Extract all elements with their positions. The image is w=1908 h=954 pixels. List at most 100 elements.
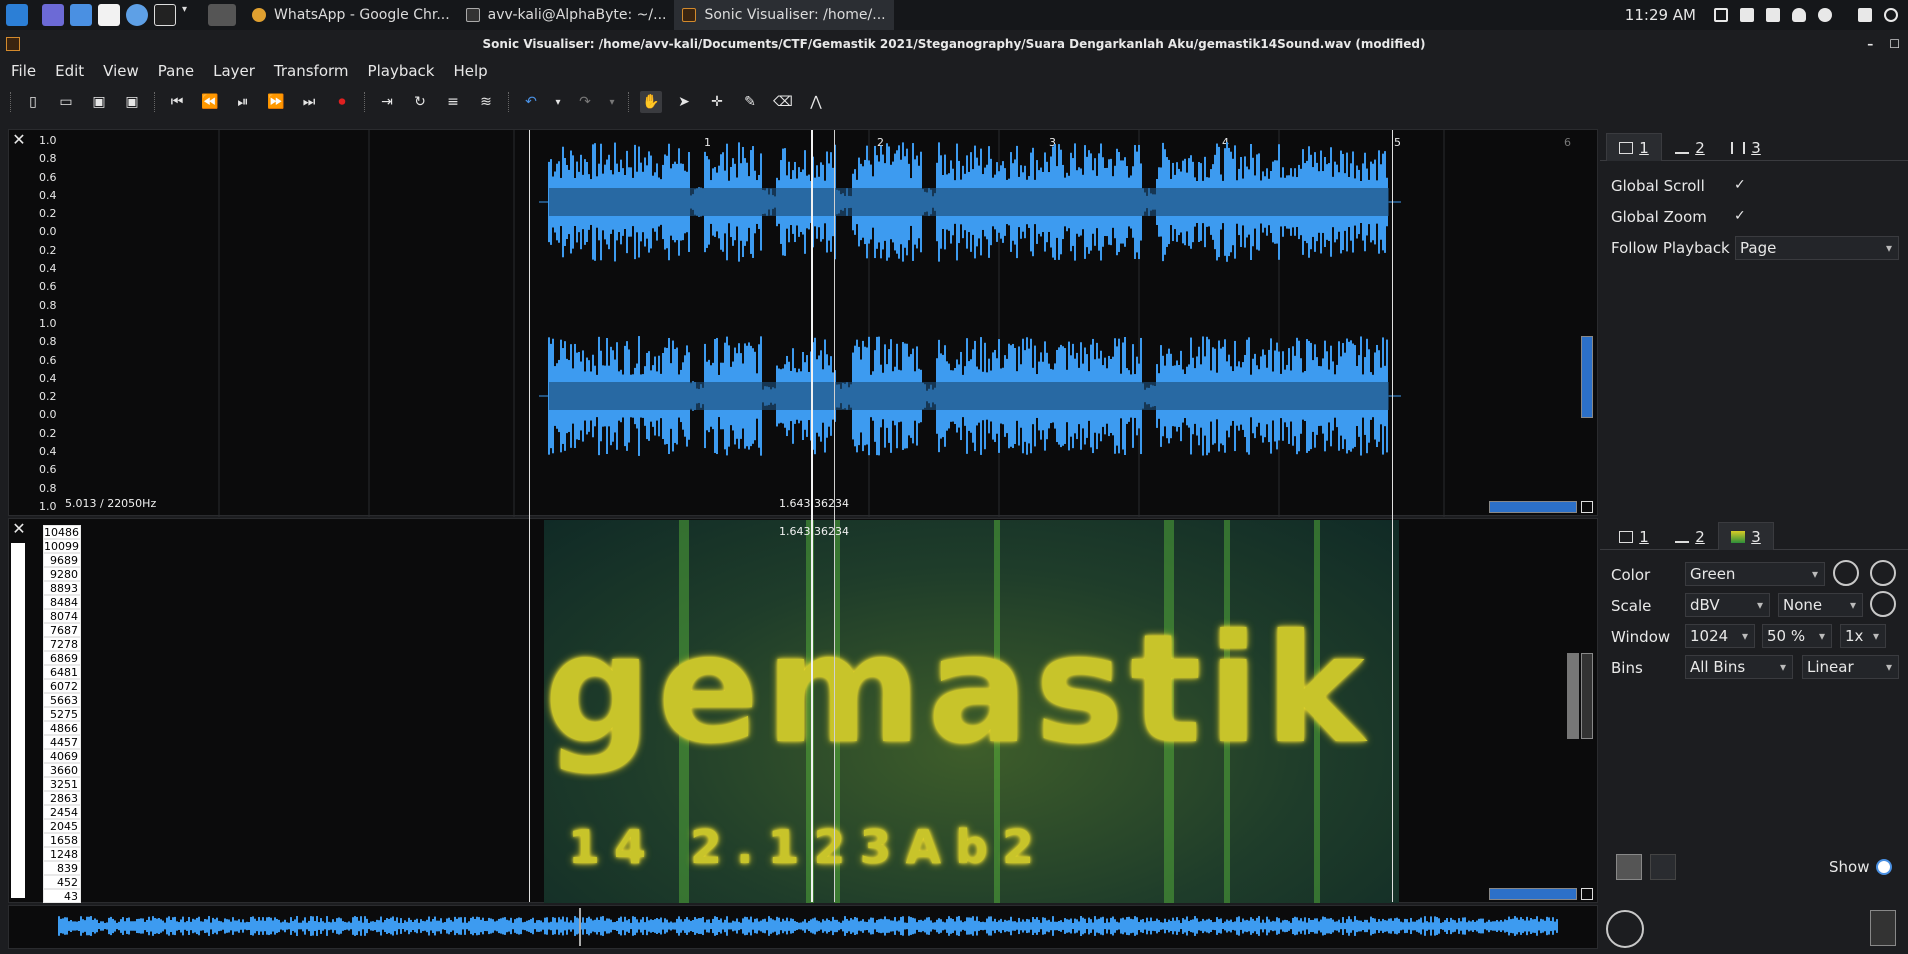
frequency-tick-label: 8893: [43, 581, 81, 595]
overview-pane[interactable]: [8, 905, 1598, 949]
menu-pane[interactable]: Pane: [147, 62, 202, 80]
save-icon[interactable]: ▣: [88, 91, 110, 113]
frequency-tick-label: 8074: [43, 609, 81, 623]
playback-speed-knob[interactable]: [1606, 910, 1644, 948]
rewind-icon[interactable]: ⏪: [199, 91, 221, 113]
menu-view[interactable]: View: [92, 62, 147, 80]
power-manager-icon[interactable]: [1740, 8, 1754, 22]
spectrogram-pane[interactable]: ✕ 10486 10099 9689 9280 8893 8484 8074 7687 7278…: [8, 518, 1598, 903]
hidden-message-text: gemastik: [544, 603, 1371, 777]
redo-menu-icon[interactable]: ▾: [607, 91, 617, 113]
measure-icon[interactable]: ⋀: [805, 91, 827, 113]
erase-icon[interactable]: ⌫: [772, 91, 794, 113]
move-icon[interactable]: ✛: [706, 91, 728, 113]
task-sonic-visualiser[interactable]: Sonic Visualiser: /home/...: [674, 0, 894, 30]
layer-color-button[interactable]: [1616, 854, 1642, 880]
menu-transform[interactable]: Transform: [263, 62, 357, 80]
kali-menu-icon[interactable]: [6, 4, 28, 26]
rewind-start-icon[interactable]: ⏮: [166, 91, 188, 113]
window-overlap-select[interactable]: 50 %: [1762, 624, 1832, 648]
fast-forward-icon[interactable]: ⏩: [265, 91, 287, 113]
vertical-zoom-slider[interactable]: [1581, 653, 1593, 739]
show-toggle[interactable]: [1876, 859, 1892, 875]
global-zoom-checkbox[interactable]: ✓: [1734, 208, 1746, 224]
scale-label: Scale: [1611, 597, 1652, 615]
solo-icon[interactable]: ≡: [442, 91, 464, 113]
fast-forward-end-icon[interactable]: ⏭: [298, 91, 320, 113]
terminal-icon[interactable]: [154, 4, 176, 26]
close-pane-icon[interactable]: ✕: [9, 519, 29, 539]
files-icon[interactable]: [70, 4, 92, 26]
waveform-canvas[interactable]: 123456: [9, 130, 1599, 517]
notification-bell-icon[interactable]: [1792, 8, 1806, 22]
tab-1[interactable]: 1: [1606, 133, 1662, 161]
overview-waveform[interactable]: [9, 906, 1599, 950]
undo-icon[interactable]: ↶: [520, 91, 542, 113]
window-thumbnail-icon[interactable]: [208, 4, 236, 26]
vertical-scroll-slider[interactable]: [1567, 653, 1579, 739]
waveform-pane[interactable]: ✕ 1.0 0.8 0.6 0.4 0.2 0.0 0.2 0.4 0.6 0.8 1.0 0.8 0.…: [8, 129, 1599, 517]
monitor-icon[interactable]: [1714, 8, 1728, 22]
menu-edit[interactable]: Edit: [44, 62, 92, 80]
task-whatsapp[interactable]: WhatsApp - Google Chr...: [244, 0, 458, 30]
tab-2[interactable]: 2: [1662, 522, 1718, 550]
bins-select[interactable]: All Bins: [1685, 655, 1793, 679]
gain-knob[interactable]: [1870, 591, 1896, 617]
time-ruler-label: 1: [704, 136, 711, 149]
new-file-icon[interactable]: ▯: [22, 91, 44, 113]
clock[interactable]: 11:29 AM: [1625, 6, 1696, 24]
color-rotation-knob[interactable]: [1833, 560, 1859, 586]
play-settings-icon[interactable]: [1650, 854, 1676, 880]
menu-layer[interactable]: Layer: [202, 62, 263, 80]
normalization-select[interactable]: None: [1778, 593, 1863, 617]
open-folder-icon[interactable]: ▭: [55, 91, 77, 113]
zoom-reset-button[interactable]: [1581, 888, 1593, 900]
follow-playback-select[interactable]: Page: [1735, 236, 1899, 260]
horizontal-zoom-slider[interactable]: [1489, 888, 1577, 900]
task-terminal[interactable]: avv-kali@AlphaByte: ~/...: [458, 0, 675, 30]
horizontal-zoom-slider[interactable]: [1489, 501, 1577, 513]
minimize-icon[interactable]: –: [1867, 30, 1873, 58]
navigate-hand-icon[interactable]: ✋: [640, 91, 662, 113]
vertical-zoom-slider[interactable]: [1581, 336, 1593, 418]
network-icon[interactable]: [1818, 8, 1832, 22]
tab-3[interactable]: 3: [1718, 522, 1774, 550]
overview-viewport-box[interactable]: [579, 908, 581, 946]
frequency-scale-select[interactable]: Linear: [1802, 655, 1899, 679]
color-threshold-knob[interactable]: [1870, 560, 1896, 586]
global-scroll-checkbox[interactable]: ✓: [1734, 177, 1746, 193]
zoom-reset-button[interactable]: [1581, 501, 1593, 513]
play-pause-icon[interactable]: ⏯: [232, 91, 254, 113]
tab-3[interactable]: 3: [1718, 133, 1774, 161]
lock-icon[interactable]: [1858, 8, 1872, 22]
tab-2[interactable]: 2: [1662, 133, 1718, 161]
power-icon[interactable]: [1884, 8, 1898, 22]
maximize-icon[interactable]: ☐: [1889, 30, 1900, 58]
workspace-icon[interactable]: [42, 4, 64, 26]
playback-speed-icon[interactable]: ≋: [475, 91, 497, 113]
scale-select[interactable]: dBV: [1685, 593, 1770, 617]
browser-icon[interactable]: [126, 4, 148, 26]
color-select[interactable]: Green: [1685, 562, 1825, 586]
document-icon[interactable]: [98, 4, 120, 26]
tab-1[interactable]: 1: [1606, 522, 1662, 550]
menu-file[interactable]: File: [0, 62, 44, 80]
spectrogram-image[interactable]: gemastik 14 2.123Ab2: [544, 520, 1399, 903]
oversample-select[interactable]: 1x: [1840, 624, 1886, 648]
frequency-tick-label: 839: [43, 861, 81, 875]
select-arrow-icon[interactable]: ➤: [673, 91, 695, 113]
draw-pencil-icon[interactable]: ✎: [739, 91, 761, 113]
menu-help[interactable]: Help: [442, 62, 495, 80]
save-as-icon[interactable]: ▣: [121, 91, 143, 113]
play-selection-icon[interactable]: ⇥: [376, 91, 398, 113]
undo-menu-icon[interactable]: ▾: [553, 91, 563, 113]
redo-icon[interactable]: ↷: [574, 91, 596, 113]
chevron-down-icon[interactable]: ▾: [182, 4, 192, 26]
menu-playback[interactable]: Playback: [357, 62, 443, 80]
record-icon[interactable]: ⏺: [331, 91, 353, 113]
playhead-line[interactable]: [811, 130, 813, 902]
loop-icon[interactable]: ↻: [409, 91, 431, 113]
frequency-tick-label: 4069: [43, 749, 81, 763]
window-size-select[interactable]: 1024: [1685, 624, 1755, 648]
volume-icon[interactable]: [1766, 8, 1780, 22]
